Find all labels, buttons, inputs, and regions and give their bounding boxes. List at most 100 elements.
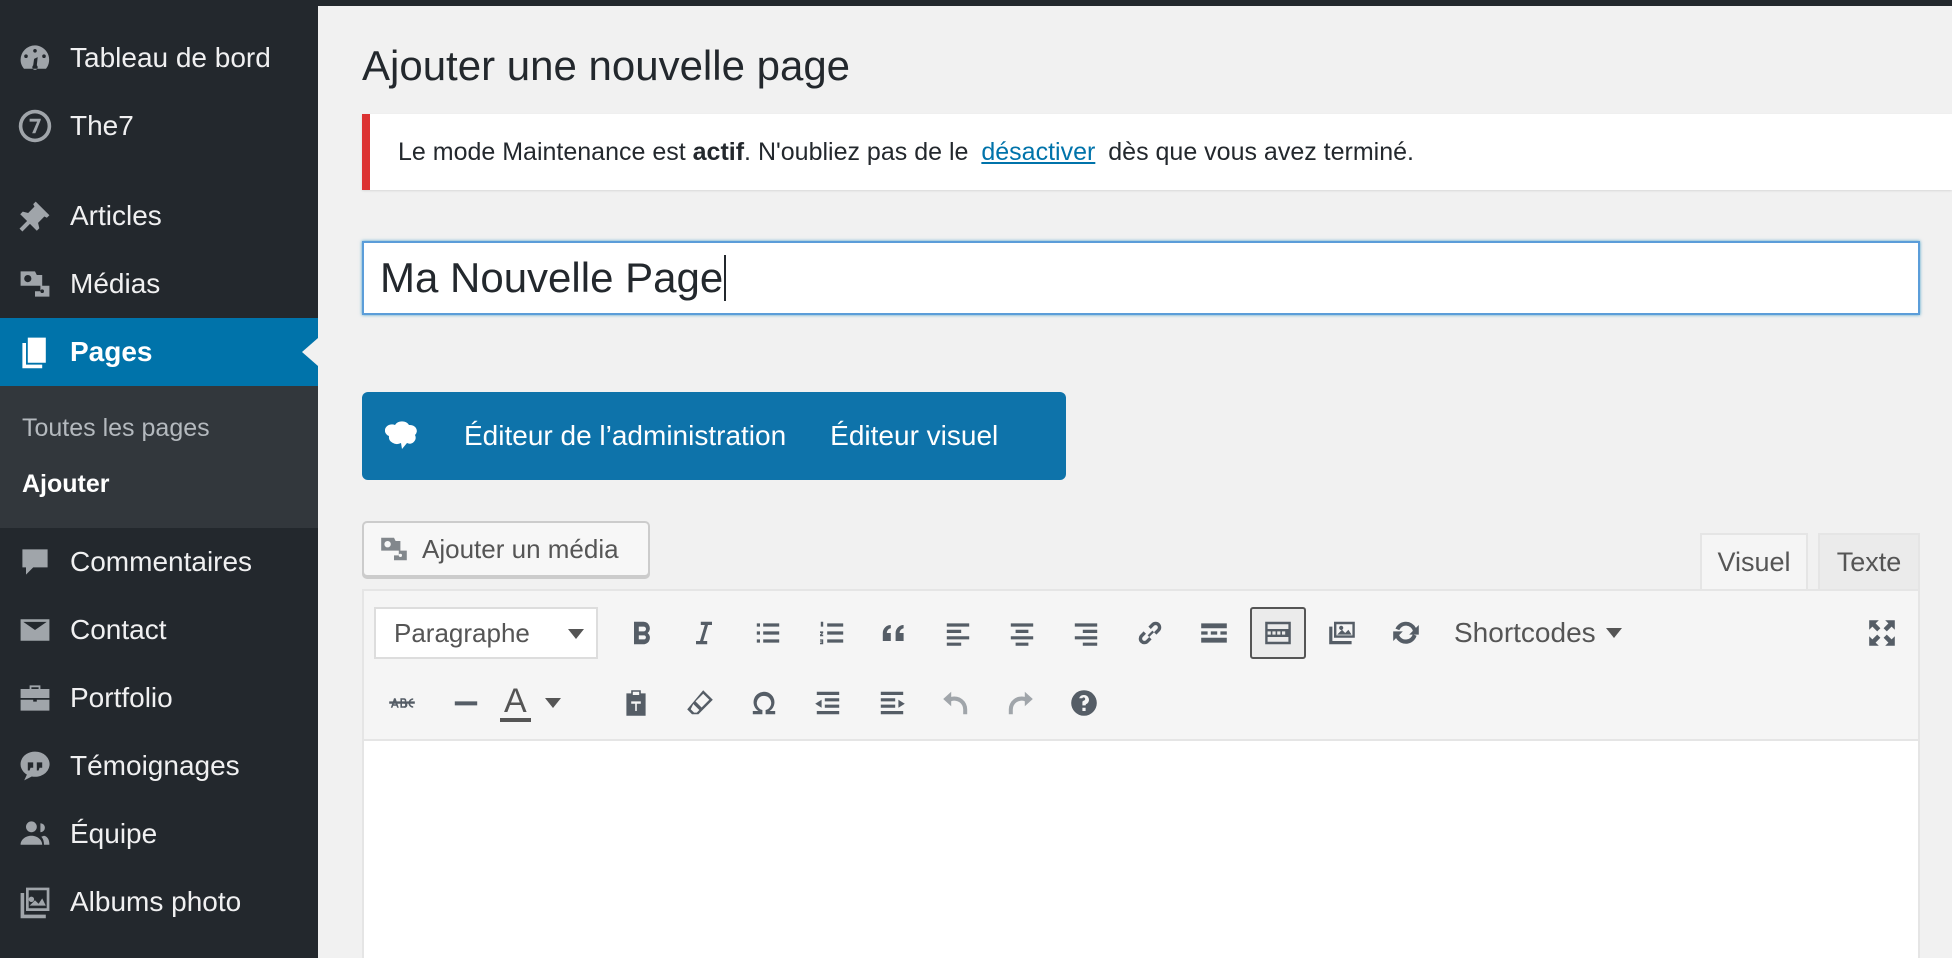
team-icon [0,816,70,852]
numbered-list-icon [820,621,844,645]
horizontal-rule-button[interactable] [438,677,494,729]
align-right-icon [1074,623,1098,646]
admin-editor-button[interactable]: Éditeur de l’administration [442,420,808,452]
text-color-button[interactable]: A [500,677,580,729]
align-center-icon [1010,623,1034,646]
page-title: Ajouter une nouvelle page [362,42,851,89]
quote-icon [882,625,904,641]
sidebar-item-articles[interactable]: Articles [0,182,318,250]
the7-icon [0,108,70,144]
help-button[interactable] [1056,677,1112,729]
italic-button[interactable] [676,607,732,659]
insert-link-button[interactable] [1122,607,1178,659]
align-left-button[interactable] [930,607,986,659]
toolbar-toggle-button[interactable] [1250,607,1306,659]
sidebar-item-label: Pages [70,336,153,367]
notice-bold: actif [692,137,745,166]
sidebar-item-albums[interactable]: Albums photo [0,868,318,936]
align-left-icon [946,623,970,646]
page-builder-bar: Éditeur de l’administration Éditeur visu… [362,392,1066,480]
notice-text: dès que vous avez terminé. [1101,137,1414,166]
gallery-button[interactable] [1314,607,1370,659]
indent-icon [880,691,905,715]
dashboard-icon [0,40,70,76]
fullscreen-icon [1869,620,1895,646]
align-right-button[interactable] [1058,607,1114,659]
bold-button[interactable] [614,607,670,659]
editor-content-area[interactable] [364,741,1918,958]
bullet-list-icon [756,623,780,643]
sidebar-item-team[interactable]: Équipe [0,800,318,868]
maintenance-notice: Le mode Maintenance est actif . N'oublie… [362,114,1952,190]
pages-icon [0,334,70,370]
page-title-input[interactable]: Ma Nouvelle Page [362,241,1920,315]
sidebar-item-comments[interactable]: Commentaires [0,528,318,596]
sidebar-item-label: Articles [70,200,162,231]
portfolio-icon [0,680,70,716]
omega-icon [752,691,776,715]
align-center-button[interactable] [994,607,1050,659]
notice-text: Le mode Maintenance est [398,137,693,166]
media-icon [381,537,407,561]
sidebar-item-portfolio[interactable]: Portfolio [0,664,318,732]
comment-icon [0,544,70,580]
undo-icon [943,691,968,715]
clear-formatting-button[interactable] [672,677,728,729]
sidebar-item-medias[interactable]: Médias [0,250,318,318]
title-input-value: Ma Nouvelle Page [380,254,724,301]
sidebar-item-label: Témoignages [70,750,240,781]
indent-button[interactable] [864,677,920,729]
tab-visuel[interactable]: Visuel [1700,533,1808,591]
sidebar-item-dashboard[interactable]: Tableau de bord [0,24,318,92]
redo-button[interactable] [992,677,1048,729]
format-select[interactable]: Paragraphe [374,607,598,659]
refresh-icon [1393,621,1419,644]
notice-text: . N'oubliez pas de le [744,137,976,166]
add-media-button[interactable]: Ajouter un média [362,521,650,577]
sidebar-item-label: Équipe [70,818,158,849]
help-icon [1071,690,1097,716]
redo-icon [1008,691,1033,715]
horizontal-rule-icon [454,701,478,706]
sidebar-item-the7[interactable]: The7 [0,92,318,160]
pages-submenu: Toutes les pages Ajouter [0,386,318,528]
strikethrough-icon [389,698,415,708]
shortcodes-dropdown[interactable]: Shortcodes [1454,607,1622,659]
sidebar-item-label: Portfolio [70,682,173,713]
sidebar-item-testimonials[interactable]: Témoignages [0,732,318,800]
sidebar-item-contact[interactable]: Contact [0,596,318,664]
visual-editor-button[interactable]: Éditeur visuel [808,420,1020,452]
sidebar-item-label: Tableau de bord [70,42,271,73]
submenu-add-page[interactable]: Ajouter [22,470,110,499]
italic-icon [696,621,712,645]
media-icon [0,266,70,302]
outdent-button[interactable] [800,677,856,729]
add-media-label: Ajouter un média [422,533,619,564]
gallery-icon [1329,621,1355,645]
content-editor: Paragraphe Shortcodes A [362,589,1920,958]
fullscreen-button[interactable] [1854,607,1910,659]
deactivate-link[interactable]: désactiver [981,138,1095,167]
outdent-icon [815,691,840,715]
numbered-list-button[interactable] [804,607,860,659]
pin-icon [0,198,70,234]
blockquote-button[interactable] [866,607,922,659]
sidebar-item-pages[interactable]: Pages [0,318,318,386]
clipboard-icon [626,690,646,716]
paste-text-button[interactable] [608,677,664,729]
refresh-button[interactable] [1378,607,1434,659]
strikethrough-button[interactable] [374,677,430,729]
tab-texte[interactable]: Texte [1818,533,1920,591]
editor-toolbar: Paragraphe Shortcodes A [364,591,1918,741]
builder-logo-icon [362,421,442,451]
read-more-button[interactable] [1186,607,1242,659]
text-caret [724,255,727,301]
special-character-button[interactable] [736,677,792,729]
submenu-all-pages[interactable]: Toutes les pages [22,414,210,443]
undo-button[interactable] [928,677,984,729]
eraser-icon [687,690,713,715]
bullet-list-button[interactable] [740,607,796,659]
keyboard-icon [1265,621,1291,645]
sidebar-item-label: Contact [70,614,167,645]
bold-icon [634,621,650,645]
